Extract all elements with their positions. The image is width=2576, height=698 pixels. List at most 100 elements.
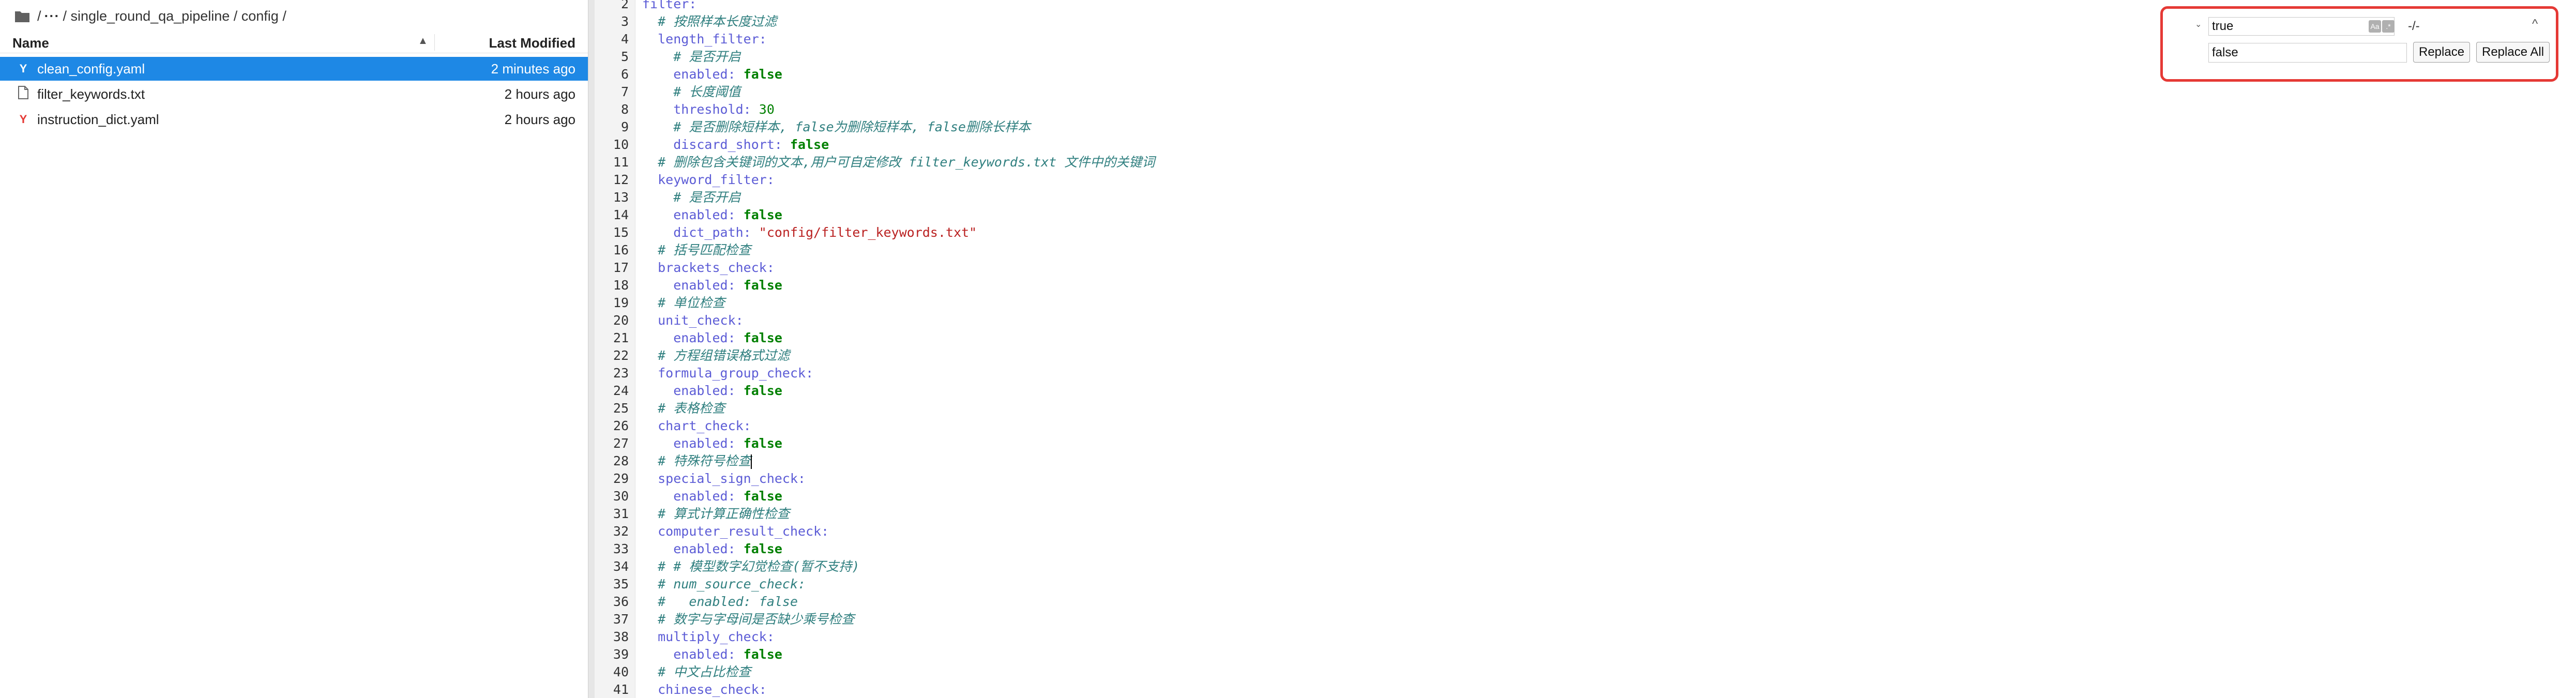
code-token-comment: # enabled: false [658, 594, 798, 609]
code-token-comment: # 删除包含关键词的文本,用户可自定修改 filter_keywords.txt… [658, 155, 1155, 170]
code-line[interactable]: enabled: false [642, 488, 782, 505]
panel-splitter[interactable] [588, 0, 595, 698]
code-line[interactable]: # 表格检查 [642, 400, 725, 417]
code-line[interactable]: threshold: 30 [642, 101, 775, 118]
code-line[interactable]: enabled: false [642, 540, 782, 558]
code-token-bool: false [743, 647, 782, 662]
code-token-bool: false [790, 137, 829, 152]
yaml-file-icon: Y [19, 113, 27, 126]
code-line[interactable]: multiply_check: [642, 628, 775, 646]
code-line[interactable]: # num_source_check: [642, 575, 806, 593]
code-line[interactable]: enabled: false [642, 66, 782, 83]
previous-match-icon[interactable]: ^ [2532, 17, 2538, 32]
file-name: instruction_dict.yaml [37, 111, 159, 127]
code-line[interactable]: chart_check: [642, 417, 751, 435]
line-number: 26 [613, 418, 629, 433]
code-line[interactable]: # 按照样本长度过滤 [642, 13, 777, 31]
code-line[interactable]: # 括号匹配检查 [642, 241, 751, 259]
regex-icon[interactable]: .* [2382, 20, 2395, 33]
line-number: 41 [613, 682, 629, 697]
file-row-clean-config[interactable]: Y clean_config.yaml 2 minutes ago [0, 57, 588, 81]
code-line[interactable]: # 是否开启 [642, 189, 740, 206]
line-number: 35 [613, 576, 629, 591]
file-browser-panel: / ··· / single_round_qa_pipeline / confi… [0, 0, 588, 698]
toggle-replace-chevron-icon[interactable]: ⌄ [2195, 19, 2202, 29]
code-line[interactable]: dict_path: "config/filter_keywords.txt" [642, 224, 977, 241]
code-line[interactable]: # # 模型数字幻觉检查(暂不支持) [642, 558, 859, 575]
line-number: 33 [613, 541, 629, 556]
folder-icon[interactable] [14, 9, 30, 23]
code-line[interactable]: # 算式计算正确性检查 [642, 505, 790, 523]
replace-button[interactable]: Replace [2413, 42, 2471, 63]
find-input[interactable] [2208, 17, 2395, 36]
replace-input[interactable] [2208, 43, 2407, 63]
code-token-key: special_sign_check: [658, 471, 806, 486]
code-line[interactable]: # 数字与字母间是否缺少乘号检查 [642, 611, 854, 628]
code-line[interactable]: enabled: false [642, 435, 782, 452]
code-line[interactable]: # 特殊符号检查 [642, 452, 752, 470]
code-line[interactable]: # 删除包含关键词的文本,用户可自定修改 filter_keywords.txt… [642, 154, 1155, 171]
code-line[interactable]: computer_result_check: [642, 523, 829, 540]
code-line[interactable]: # 长度阈值 [642, 83, 740, 101]
file-list-header: Name ▲ Last Modified [0, 32, 588, 53]
code-token-key: enabled: [673, 330, 744, 345]
line-number: 38 [613, 629, 629, 644]
file-row-filter-keywords[interactable]: filter_keywords.txt 2 hours ago [0, 82, 588, 106]
code-line[interactable]: # 是否开启 [642, 48, 740, 66]
code-line[interactable]: filter: [642, 0, 696, 13]
file-name: filter_keywords.txt [37, 86, 145, 102]
code-token-comment: # 表格检查 [658, 401, 725, 416]
match-case-icon[interactable]: Aa [2369, 20, 2381, 33]
code-line[interactable]: # enabled: false [642, 593, 798, 611]
breadcrumb-path[interactable]: / single_round_qa_pipeline / config / [63, 8, 286, 24]
code-line[interactable]: enabled: false [642, 329, 782, 347]
code-line[interactable]: unit_check: [642, 312, 744, 329]
sort-ascending-icon[interactable]: ▲ [418, 35, 428, 47]
code-token-key: enabled: [673, 436, 744, 451]
code-line[interactable]: # 单位检查 [642, 294, 725, 312]
file-modified: 2 hours ago [504, 111, 575, 127]
code-editor[interactable]: 2 3 4 5 6 7 8 9 10 11 12 13 14 15 16 17 18 19 20 21 22 23 24 25… [595, 0, 2576, 698]
code-line[interactable]: enabled: false [642, 277, 782, 294]
code-line[interactable]: brackets_check: [642, 259, 775, 277]
code-line[interactable]: keyword_filter: [642, 171, 775, 189]
breadcrumb-ellipsis[interactable]: ··· [44, 8, 60, 24]
file-row-instruction-dict[interactable]: Y instruction_dict.yaml 2 hours ago [0, 108, 588, 131]
code-token-comment: # 按照样本长度过滤 [658, 14, 777, 29]
code-line[interactable]: special_sign_check: [642, 470, 806, 488]
breadcrumb-root[interactable]: / [37, 8, 41, 24]
code-token-comment: # 单位检查 [658, 295, 725, 310]
code-line[interactable]: enabled: false [642, 206, 782, 224]
code-token-key: keyword_filter: [658, 172, 775, 187]
code-line[interactable]: enabled: false [642, 382, 782, 400]
replace-all-button[interactable]: Replace All [2476, 42, 2550, 63]
column-header-name[interactable]: Name [12, 35, 49, 51]
code-line[interactable]: length_filter: [642, 31, 767, 48]
code-line[interactable]: # 方程组错误格式过滤 [642, 347, 790, 365]
line-number: 28 [613, 453, 629, 468]
code-line[interactable]: chinese_check: [642, 681, 767, 698]
code-line[interactable]: # 中文占比检查 [642, 663, 751, 681]
column-header-last-modified[interactable]: Last Modified [489, 35, 575, 51]
line-number: 8 [620, 102, 629, 117]
code-line[interactable]: enabled: false [642, 646, 782, 663]
column-divider[interactable] [434, 34, 435, 51]
line-number: 36 [613, 594, 629, 609]
code-token-comment: # 是否删除短样本, false为删除短样本, false删除长样本 [673, 119, 1031, 134]
code-token-comment: # 是否开启 [673, 49, 741, 64]
line-number: 12 [613, 172, 629, 187]
code-line[interactable]: # 是否删除短样本, false为删除短样本, false删除长样本 [642, 118, 1031, 136]
code-line[interactable]: formula_group_check: [642, 365, 813, 382]
code-line[interactable]: discard_short: false [642, 136, 829, 154]
